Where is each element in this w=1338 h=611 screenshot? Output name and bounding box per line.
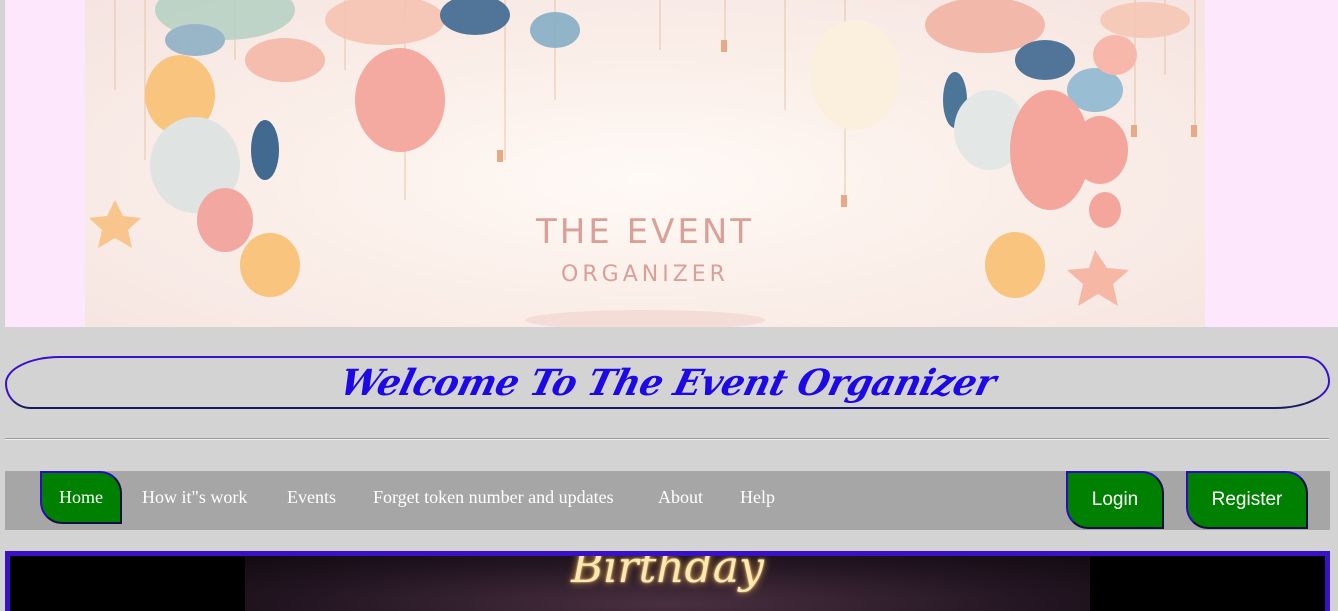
nav-bar: Home How it"s work Events Forget token n…	[5, 471, 1330, 530]
nav-item-forget-token[interactable]: Forget token number and updates	[373, 487, 614, 508]
nav-item-home[interactable]: Home	[40, 471, 122, 524]
nav-item-events[interactable]: Events	[287, 487, 336, 508]
banner-area: THE EVENT ORGANIZER	[5, 0, 1338, 327]
nav-item-how-it-works[interactable]: How it"s work	[142, 487, 247, 508]
nav-item-about[interactable]: About	[658, 487, 703, 508]
banner-title: THE EVENT	[535, 212, 755, 252]
login-button[interactable]: Login	[1066, 471, 1164, 529]
featured-panel: Birthday	[5, 551, 1330, 611]
featured-image: Birthday	[245, 556, 1090, 611]
welcome-heading: Welcome To The Event Organizer	[335, 361, 1000, 404]
register-button[interactable]: Register	[1186, 471, 1308, 529]
banner-subtitle: ORGANIZER	[561, 262, 729, 287]
welcome-heading-box: Welcome To The Event Organizer	[5, 356, 1330, 409]
featured-image-text: Birthday	[571, 556, 764, 593]
nav-item-help[interactable]: Help	[740, 487, 775, 508]
banner-image: THE EVENT ORGANIZER	[85, 0, 1205, 327]
divider	[5, 438, 1329, 440]
